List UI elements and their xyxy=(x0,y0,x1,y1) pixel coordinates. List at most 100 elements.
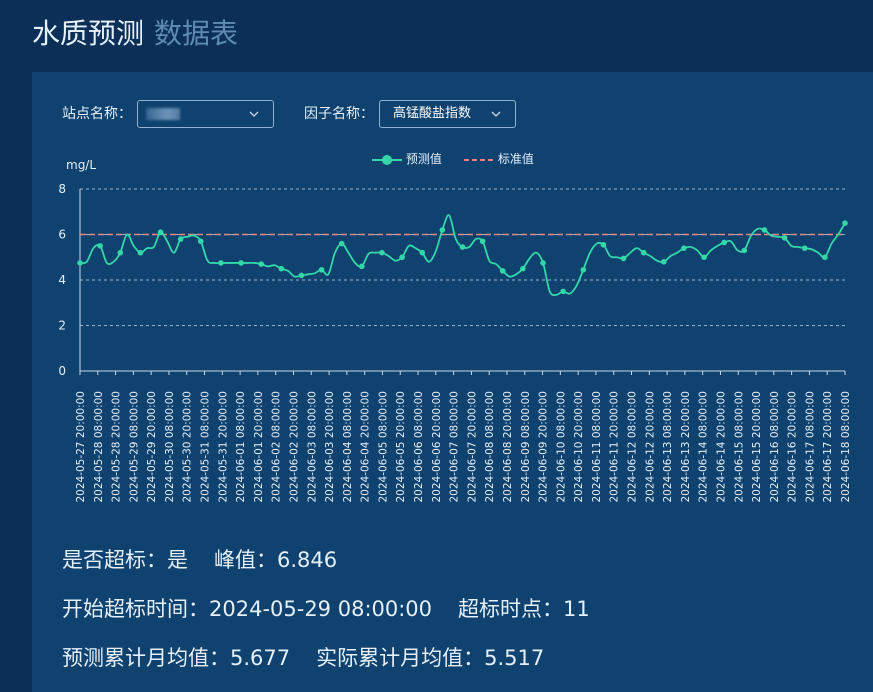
x-tick-label: 2024-06-12 20:00:00 xyxy=(644,391,656,503)
prediction-point xyxy=(600,241,607,248)
actual-avg-value: 5.517 xyxy=(484,646,545,670)
prediction-point xyxy=(560,288,566,295)
x-tick-label: 2024-05-31 20:00:00 xyxy=(217,391,229,503)
x-tick-label: 2024-05-27 20:00:00 xyxy=(75,391,87,503)
prediction-point xyxy=(781,235,788,241)
x-tick-label: 2024-06-03 08:00:00 xyxy=(306,391,318,503)
y-tick-label: 0 xyxy=(58,364,66,378)
x-tick-label: 2024-05-28 20:00:00 xyxy=(111,391,123,503)
stat-row-average: 预测累计月均值：5.677 实际累计月均值：5.517 xyxy=(62,644,544,672)
prediction-point xyxy=(379,249,385,256)
prediction-point xyxy=(822,254,828,261)
prediction-point xyxy=(298,272,305,279)
x-tick-label: 2024-06-12 08:00:00 xyxy=(627,391,639,503)
x-tick-label: 2024-06-06 20:00:00 xyxy=(431,391,443,503)
prediction-point xyxy=(721,239,728,246)
stat-row-exceed: 是否超标：是 峰值：6.846 xyxy=(62,546,337,574)
prediction-point xyxy=(701,254,707,261)
prediction-point xyxy=(238,260,244,266)
x-tick-label: 2024-06-05 20:00:00 xyxy=(395,391,407,503)
y-tick-label: 8 xyxy=(58,182,66,196)
x-tick-label: 2024-06-11 08:00:00 xyxy=(591,391,603,503)
x-tick-label: 2024-06-03 20:00:00 xyxy=(324,391,336,503)
prediction-point xyxy=(761,227,768,233)
prediction-point xyxy=(419,249,426,256)
line-chart: 0 2 4 6 8 2024-05-27 20:00:00 2024-05-28 08:00… xyxy=(58,182,852,503)
count-value: 11 xyxy=(563,597,590,621)
x-tick-label: 2024-06-11 20:00:00 xyxy=(609,391,621,503)
count-label: 超标时点： xyxy=(458,597,564,621)
x-tick-label: 2024-06-10 08:00:00 xyxy=(555,391,567,503)
start-label: 开始超标时间： xyxy=(62,597,209,621)
prediction-point xyxy=(77,260,83,266)
x-tick-label: 2024-06-01 20:00:00 xyxy=(253,391,265,503)
pred-avg-label: 预测累计月均值： xyxy=(62,646,230,670)
prediction-point xyxy=(842,220,848,226)
x-tick-label: 2024-06-17 08:00:00 xyxy=(804,391,816,503)
prediction-point xyxy=(137,249,144,256)
x-tick-label: 2024-06-16 20:00:00 xyxy=(787,391,799,503)
prediction-point xyxy=(258,261,264,267)
peak-label: 峰值： xyxy=(214,548,277,572)
prediction-point xyxy=(97,243,103,249)
prediction-point xyxy=(640,249,647,256)
x-tick-label: 2024-06-10 20:00:00 xyxy=(573,391,585,503)
prediction-point xyxy=(338,240,345,247)
prediction-point xyxy=(661,259,667,265)
x-tick-label: 2024-06-13 20:00:00 xyxy=(680,391,692,503)
exceed-value: 是 xyxy=(167,548,188,572)
x-tick-label: 2024-06-01 08:00:00 xyxy=(235,391,247,503)
prediction-point xyxy=(439,227,446,233)
x-tick-label: 2024-05-31 08:00:00 xyxy=(200,391,212,503)
x-tick-label: 2024-06-16 08:00:00 xyxy=(769,391,781,503)
prediction-point xyxy=(197,238,204,245)
prediction-point xyxy=(741,247,748,254)
x-tick-label: 2024-06-06 08:00:00 xyxy=(413,391,425,503)
prediction-point xyxy=(318,266,325,273)
x-tick-label: 2024-06-14 08:00:00 xyxy=(698,391,710,503)
x-tick-label: 2024-06-02 08:00:00 xyxy=(271,391,283,503)
x-tick-label: 2024-06-15 20:00:00 xyxy=(751,391,763,503)
peak-value: 6.846 xyxy=(277,548,338,572)
x-tick-label: 2024-06-17 20:00:00 xyxy=(822,391,834,503)
x-tick-label: 2024-06-09 08:00:00 xyxy=(520,391,532,503)
prediction-point xyxy=(278,265,285,272)
prediction-point xyxy=(177,236,184,242)
x-tick-label: 2024-06-05 08:00:00 xyxy=(377,391,389,503)
prediction-point xyxy=(620,255,627,262)
x-tick-label: 2024-06-18 08:00:00 xyxy=(840,391,852,503)
x-tick-label: 2024-06-08 20:00:00 xyxy=(502,391,514,503)
x-tick-label: 2024-06-02 20:00:00 xyxy=(288,391,300,503)
start-value: 2024-05-29 08:00:00 xyxy=(209,597,433,621)
actual-avg-label: 实际累计月均值： xyxy=(316,646,485,670)
x-tick-label: 2024-06-08 08:00:00 xyxy=(484,391,496,503)
x-tick-label: 2024-06-04 20:00:00 xyxy=(360,391,372,503)
x-tick-label: 2024-05-30 20:00:00 xyxy=(182,391,194,503)
x-tick-label: 2024-05-29 20:00:00 xyxy=(146,391,158,503)
x-tick-label: 2024-06-04 08:00:00 xyxy=(342,391,354,503)
pred-avg-value: 5.677 xyxy=(230,646,291,670)
prediction-point xyxy=(499,268,506,274)
x-tick-label: 2024-06-13 08:00:00 xyxy=(662,391,674,503)
y-tick-label: 4 xyxy=(58,273,66,287)
prediction-point xyxy=(520,265,526,272)
x-tick-label: 2024-06-14 20:00:00 xyxy=(715,391,727,503)
prediction-point xyxy=(117,249,124,256)
x-tick-label: 2024-05-29 08:00:00 xyxy=(128,391,140,503)
prediction-point xyxy=(399,254,405,261)
prediction-point xyxy=(459,244,466,250)
x-tick-label: 2024-06-15 08:00:00 xyxy=(733,391,745,503)
prediction-point xyxy=(580,266,587,273)
x-tick-label: 2024-06-07 20:00:00 xyxy=(466,391,478,503)
x-tick-label: 2024-06-07 08:00:00 xyxy=(449,391,461,503)
x-tick-label: 2024-05-28 08:00:00 xyxy=(93,391,105,503)
stat-row-start: 开始超标时间：2024-05-29 08:00:00 超标时点：11 xyxy=(62,595,590,623)
prediction-point xyxy=(359,263,365,270)
x-tick-label: 2024-06-09 20:00:00 xyxy=(538,391,550,503)
prediction-line xyxy=(79,214,846,297)
prediction-point xyxy=(218,260,224,266)
prediction-point xyxy=(681,245,687,251)
y-tick-label: 2 xyxy=(58,319,66,333)
x-tick-label: 2024-05-30 08:00:00 xyxy=(164,391,176,503)
prediction-point xyxy=(801,245,808,251)
